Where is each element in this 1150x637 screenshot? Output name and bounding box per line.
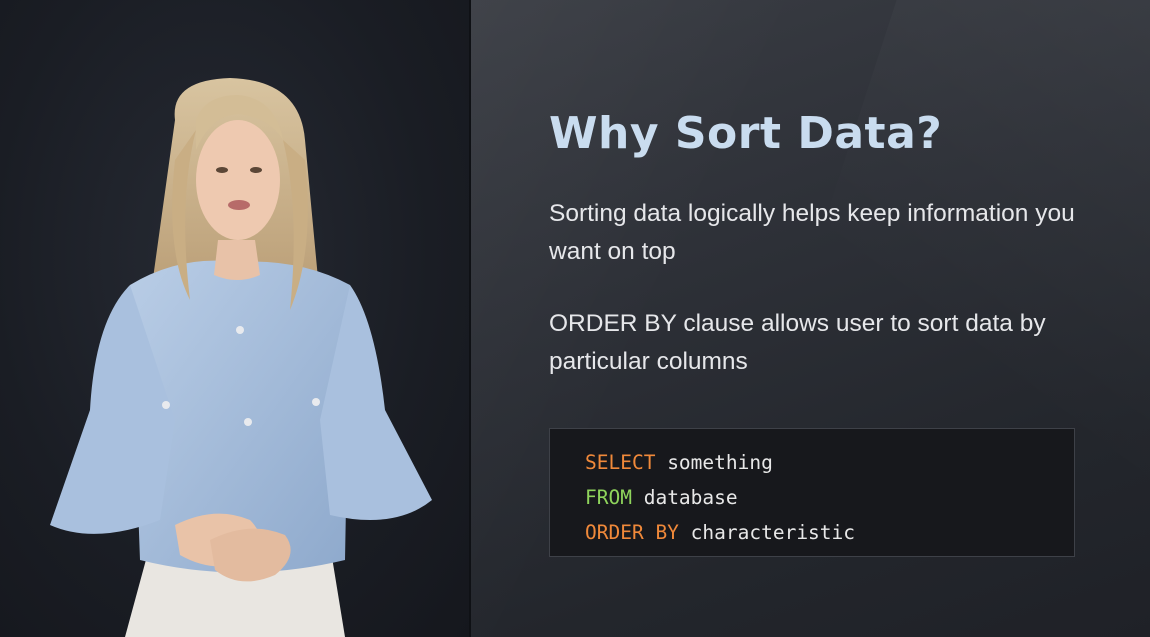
- sql-keyword: ORDER BY: [585, 521, 679, 544]
- slide-panel: Why Sort Data? Sorting data logically he…: [471, 0, 1150, 637]
- sql-argument: characteristic: [678, 521, 856, 544]
- code-line-order-by: ORDER BY characteristic: [585, 515, 1074, 550]
- sql-keyword: SELECT: [585, 451, 656, 474]
- slide-text-2: ORDER BY clause allows user to sort data…: [549, 310, 1046, 375]
- sql-argument: something: [655, 451, 773, 474]
- sql-keyword: FROM: [585, 486, 632, 509]
- presenter-image: [50, 78, 432, 637]
- code-line-from: FROM database: [585, 480, 1074, 515]
- presenter-panel: [0, 0, 470, 637]
- video-frame: Why Sort Data? Sorting data logically he…: [0, 0, 1150, 637]
- code-line-select: SELECT something: [585, 445, 1074, 480]
- sql-argument: database: [631, 486, 738, 509]
- code-snippet: SELECT something FROM database ORDER BY …: [549, 428, 1075, 557]
- slide-title: Why Sort Data?: [549, 108, 943, 159]
- slide-text-1: Sorting data logically helps keep inform…: [549, 200, 1075, 265]
